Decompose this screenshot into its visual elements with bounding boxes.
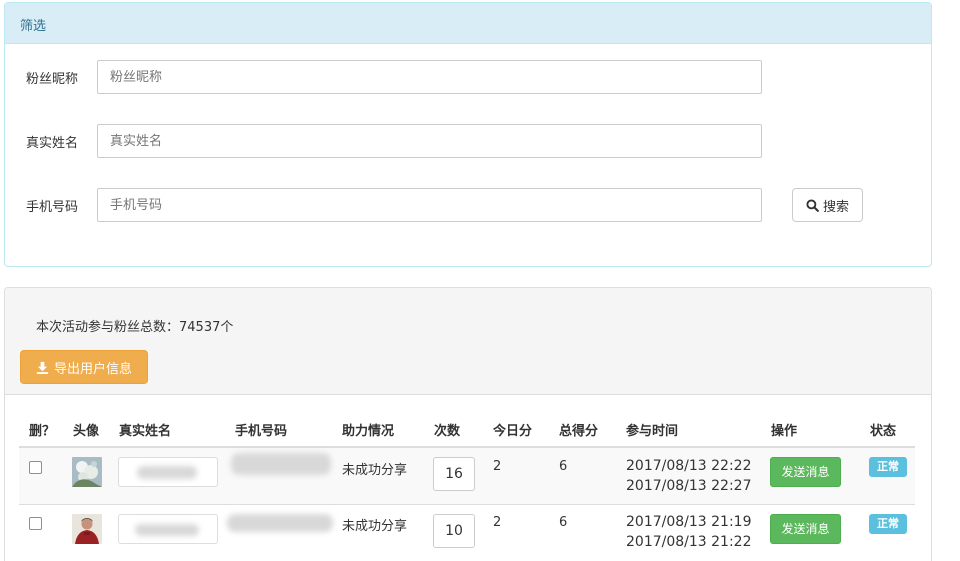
- participant-summary: 本次活动参与粉丝总数：74537个: [36, 320, 234, 335]
- realname-input[interactable]: [97, 124, 762, 158]
- today-score: 2: [493, 515, 502, 530]
- list-panel-heading: 本次活动参与粉丝总数：74537个 导出用户信息: [5, 288, 931, 395]
- filter-row-nickname: 粉丝昵称: [5, 60, 931, 94]
- column-header-count: 次数: [434, 424, 461, 439]
- column-header-join-time: 参与时间: [626, 424, 679, 439]
- filter-panel: 筛选 粉丝昵称 真实姓名 手机号码 搜索: [4, 2, 932, 267]
- column-header-delete: 删？: [29, 424, 56, 439]
- send-message-button[interactable]: 发送消息: [770, 457, 841, 487]
- join-time-end: 2017/08/13 22:27: [626, 478, 752, 494]
- delete-checkbox[interactable]: [29, 517, 42, 530]
- column-header-status: 状态: [870, 424, 897, 439]
- phone-redacted: [227, 514, 333, 532]
- join-time-end: 2017/08/13 21:22: [626, 534, 752, 550]
- fans-list-panel: 本次活动参与粉丝总数：74537个 导出用户信息 删？ 头像 真实姓名 手机号码…: [4, 287, 932, 561]
- realname-label: 真实姓名: [26, 136, 79, 151]
- status-badge: 正常: [869, 457, 907, 477]
- today-score: 2: [493, 459, 502, 474]
- column-header-total-score: 总得分: [559, 424, 599, 439]
- filter-row-phone: 手机号码 搜索: [5, 188, 931, 222]
- count-value: 10: [433, 514, 475, 548]
- search-button[interactable]: 搜索: [792, 188, 863, 222]
- table-row: 未成功分享 10 2 6 2017/08/13 21:19 2017/08/13…: [19, 505, 915, 561]
- nickname-input[interactable]: [97, 60, 762, 94]
- phone-label: 手机号码: [26, 200, 79, 215]
- total-score: 6: [559, 515, 568, 530]
- realname-field[interactable]: [118, 457, 218, 487]
- column-header-avatar: 头像: [73, 424, 100, 439]
- help-status: 未成功分享: [342, 519, 408, 534]
- total-score: 6: [559, 459, 568, 474]
- avatar: [72, 514, 102, 544]
- status-badge: 正常: [869, 514, 907, 534]
- phone-input[interactable]: [97, 188, 762, 222]
- search-button-label: 搜索: [822, 199, 849, 215]
- help-status: 未成功分享: [342, 463, 408, 478]
- column-header-help-status: 助力情况: [342, 424, 395, 439]
- nickname-label: 粉丝昵称: [26, 72, 79, 87]
- join-time-start: 2017/08/13 22:22: [626, 458, 752, 474]
- download-icon: [36, 361, 49, 374]
- column-header-phone: 手机号码: [235, 424, 288, 439]
- count-value: 16: [433, 457, 475, 491]
- search-icon: [806, 198, 819, 212]
- delete-checkbox[interactable]: [29, 461, 42, 474]
- realname-field[interactable]: [118, 514, 218, 544]
- column-header-today-score: 今日分: [493, 424, 533, 439]
- export-user-info-button[interactable]: 导出用户信息: [20, 350, 148, 384]
- table-row: 未成功分享 16 2 6 2017/08/13 22:22 2017/08/13…: [19, 448, 915, 505]
- phone-redacted: [231, 453, 331, 475]
- avatar: [72, 457, 102, 487]
- column-header-action: 操作: [771, 424, 798, 439]
- join-time-start: 2017/08/13 21:19: [626, 514, 752, 530]
- column-header-realname: 真实姓名: [119, 424, 172, 439]
- filter-row-realname: 真实姓名: [5, 124, 931, 158]
- send-message-button[interactable]: 发送消息: [770, 514, 841, 544]
- export-button-label: 导出用户信息: [53, 361, 132, 377]
- filter-panel-title: 筛选: [5, 3, 931, 44]
